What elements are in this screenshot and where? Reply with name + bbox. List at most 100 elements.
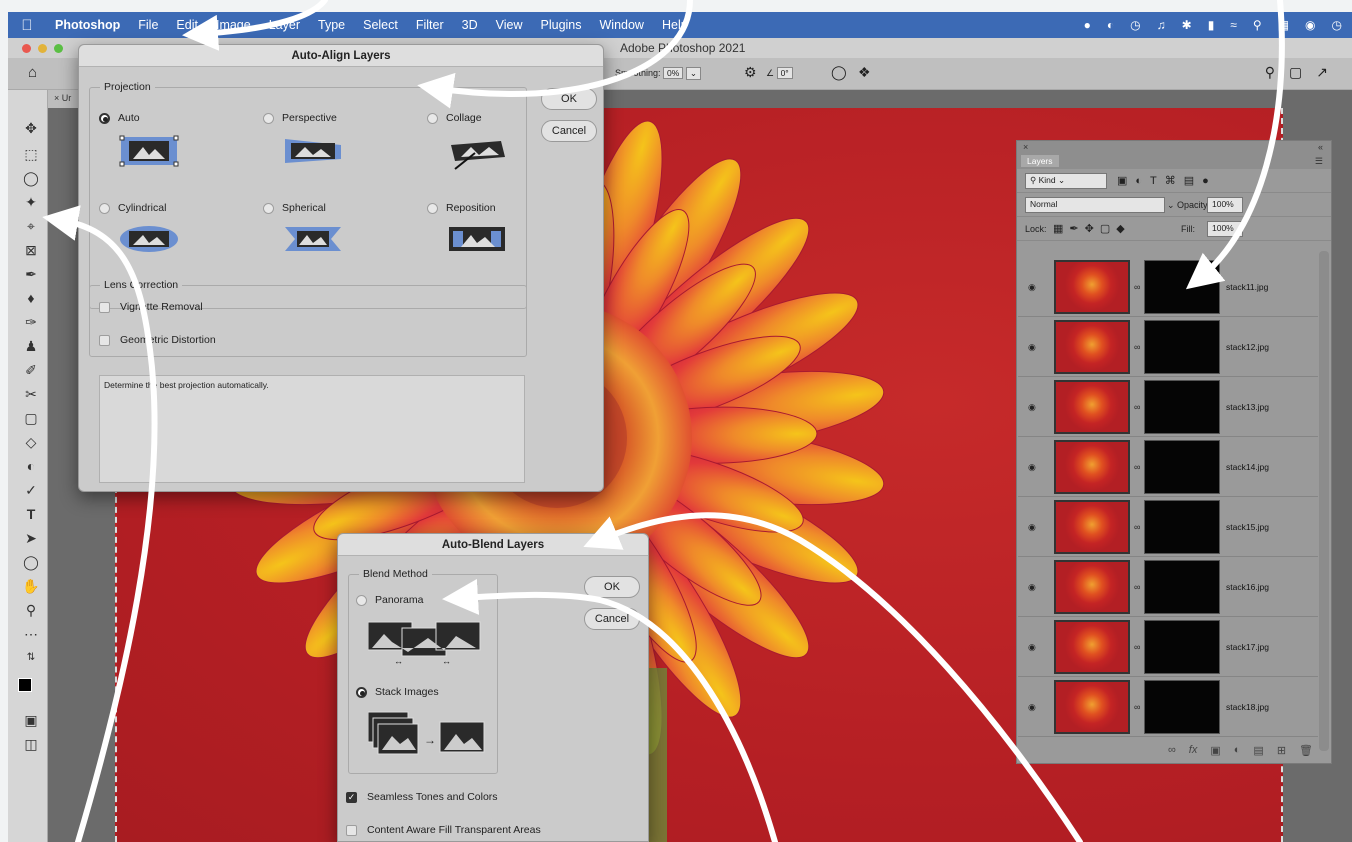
layer-mask-thumbnail[interactable] xyxy=(1144,620,1220,674)
layer-thumbnail[interactable] xyxy=(1054,620,1130,674)
panorama-radio[interactable]: Panorama xyxy=(356,594,423,606)
angle-input[interactable]: 0° xyxy=(776,67,793,79)
smoothing-input[interactable]: 0% xyxy=(663,67,684,79)
menu-3d[interactable]: 3D xyxy=(453,18,487,32)
layer-mask-thumbnail[interactable] xyxy=(1144,560,1220,614)
filter-kind-select[interactable]: ⚲ Kind ⌄ xyxy=(1025,173,1107,189)
layer-mask-thumbnail[interactable] xyxy=(1144,440,1220,494)
minimize-window-icon[interactable] xyxy=(38,44,47,53)
menu-file[interactable]: File xyxy=(129,18,167,32)
gear-icon[interactable]: ⚙ xyxy=(744,64,757,81)
projection-perspective-radio[interactable]: Perspective xyxy=(263,112,337,124)
menu-select[interactable]: Select xyxy=(354,18,407,32)
layer-name[interactable]: stack13.jpg xyxy=(1226,402,1269,412)
screen-mode-icon[interactable]: ◫ xyxy=(22,736,40,753)
blur-tool-icon[interactable]: ◇ xyxy=(22,434,40,451)
eyedropper-icon[interactable]: ✒ xyxy=(22,266,40,283)
add-mask-icon[interactable]: ▣ xyxy=(1210,744,1220,757)
frame-tool-icon[interactable]: ⊠ xyxy=(22,242,40,259)
visibility-eye-icon[interactable]: ◉ xyxy=(1028,342,1036,353)
projection-auto-radio[interactable]: Auto xyxy=(99,112,140,124)
fx-icon[interactable]: fx xyxy=(1189,744,1198,756)
foreground-color[interactable] xyxy=(18,678,32,692)
marquee-tool-icon[interactable]: ⬚ xyxy=(22,146,40,163)
vignette-removal-checkbox[interactable]: Vignette Removal xyxy=(99,301,203,313)
magic-wand-icon[interactable]: ✦ xyxy=(22,194,40,211)
more-tools-icon[interactable]: ⋯ xyxy=(22,626,40,643)
layer-thumbnail[interactable] xyxy=(1054,680,1130,734)
zoom-window-icon[interactable] xyxy=(54,44,63,53)
swap-colors-icon[interactable]: ⇅ xyxy=(22,652,40,663)
layer-thumbnail[interactable] xyxy=(1054,260,1130,314)
move-tool-icon[interactable]: ✥ xyxy=(22,120,40,137)
layer-name[interactable]: stack12.jpg xyxy=(1226,342,1269,352)
layer-row[interactable]: ◉ ∞ stack17.jpg xyxy=(1018,617,1318,677)
menu-image[interactable]: Image xyxy=(207,18,260,32)
projection-reposition-radio[interactable]: Reposition xyxy=(427,202,496,214)
panel-menu-icon[interactable]: ☰ xyxy=(1315,156,1323,167)
menu-view[interactable]: View xyxy=(487,18,532,32)
mask-link-icon[interactable]: ∞ xyxy=(1134,402,1140,412)
layer-thumbnail[interactable] xyxy=(1054,380,1130,434)
layer-row[interactable]: ◉ ∞ stack12.jpg xyxy=(1018,317,1318,377)
close-window-icon[interactable] xyxy=(22,44,31,53)
symmetry-icon[interactable]: ❖ xyxy=(858,64,871,81)
volume-icon[interactable]: ♫ xyxy=(1157,18,1166,32)
layer-thumbnail[interactable] xyxy=(1054,560,1130,614)
visibility-eye-icon[interactable]: ◉ xyxy=(1028,642,1036,653)
auto-projection-icon[interactable] xyxy=(119,133,179,169)
layer-name[interactable]: stack17.jpg xyxy=(1226,642,1269,652)
workspace-icons[interactable]: ⚲▢↗ xyxy=(1265,64,1342,81)
apple-icon[interactable]:  xyxy=(8,17,46,34)
layer-row[interactable]: ◉ ∞ stack13.jpg xyxy=(1018,377,1318,437)
mask-link-icon[interactable]: ∞ xyxy=(1134,462,1140,472)
collage-projection-icon[interactable] xyxy=(447,137,507,171)
layer-name[interactable]: stack14.jpg xyxy=(1226,462,1269,472)
layer-name[interactable]: stack18.jpg xyxy=(1226,702,1269,712)
clock-icon[interactable]: ◷ xyxy=(1130,18,1140,32)
menu-layer[interactable]: Layer xyxy=(260,18,309,32)
layer-thumbnail[interactable] xyxy=(1054,440,1130,494)
reposition-projection-icon[interactable] xyxy=(447,225,507,253)
layers-scrollbar[interactable] xyxy=(1319,251,1329,751)
layer-row[interactable]: ◉ ∞ stack16.jpg xyxy=(1018,557,1318,617)
layer-mask-thumbnail[interactable] xyxy=(1144,320,1220,374)
pen-tool-icon[interactable]: ✓ xyxy=(22,482,40,499)
align-cancel-button[interactable]: Cancel xyxy=(541,120,597,142)
history-brush-icon[interactable]: ✐ xyxy=(22,362,40,379)
pressure-icon[interactable]: ◯ xyxy=(831,64,847,81)
mask-link-icon[interactable]: ∞ xyxy=(1134,282,1140,292)
sync-icon[interactable]: ◐ xyxy=(1107,18,1114,32)
layer-row[interactable]: ◉ ∞ stack15.jpg xyxy=(1018,497,1318,557)
fill-input[interactable]: 100% xyxy=(1207,221,1243,237)
siri-icon[interactable]: ◉ xyxy=(1305,18,1315,32)
visibility-eye-icon[interactable]: ◉ xyxy=(1028,462,1036,473)
bluetooth-icon[interactable]: ✱ xyxy=(1182,18,1192,32)
delete-layer-icon[interactable]: 🗑 xyxy=(1299,744,1313,757)
layer-mask-thumbnail[interactable] xyxy=(1144,680,1220,734)
visibility-eye-icon[interactable]: ◉ xyxy=(1028,702,1036,713)
visibility-eye-icon[interactable]: ◉ xyxy=(1028,582,1036,593)
spherical-projection-icon[interactable] xyxy=(283,225,343,253)
layer-row[interactable]: ◉ ∞ stack14.jpg xyxy=(1018,437,1318,497)
layer-row[interactable]: ◉ ∞ stack18.jpg xyxy=(1018,677,1318,737)
eraser-icon[interactable]: ✂ xyxy=(22,386,40,403)
visibility-eye-icon[interactable]: ◉ xyxy=(1028,522,1036,533)
ellipse-tool-icon[interactable]: ◯ xyxy=(22,554,40,571)
brush-tool-icon[interactable]: ✑ xyxy=(22,314,40,331)
mask-link-icon[interactable]: ∞ xyxy=(1134,582,1140,592)
blend-ok-button[interactable]: OK xyxy=(584,576,640,598)
healing-brush-icon[interactable]: ♦ xyxy=(22,290,40,306)
time-icon[interactable]: ◷ xyxy=(1332,18,1342,32)
clone-stamp-icon[interactable]: ♟ xyxy=(22,338,40,355)
menu-edit[interactable]: Edit xyxy=(167,18,207,32)
search-icon[interactable]: ⚲ xyxy=(1253,18,1262,32)
shield-icon[interactable]: ● xyxy=(1084,18,1091,32)
panel-close-icon[interactable]: × xyxy=(1023,142,1028,152)
visibility-eye-icon[interactable]: ◉ xyxy=(1028,282,1036,293)
smoothing-dropdown[interactable]: ⌄ xyxy=(685,67,701,80)
menu-plugins[interactable]: Plugins xyxy=(532,18,591,32)
control-center-icon[interactable]: ▦ xyxy=(1278,18,1289,32)
opacity-input[interactable]: 100% xyxy=(1207,197,1243,213)
mask-link-icon[interactable]: ∞ xyxy=(1134,522,1140,532)
